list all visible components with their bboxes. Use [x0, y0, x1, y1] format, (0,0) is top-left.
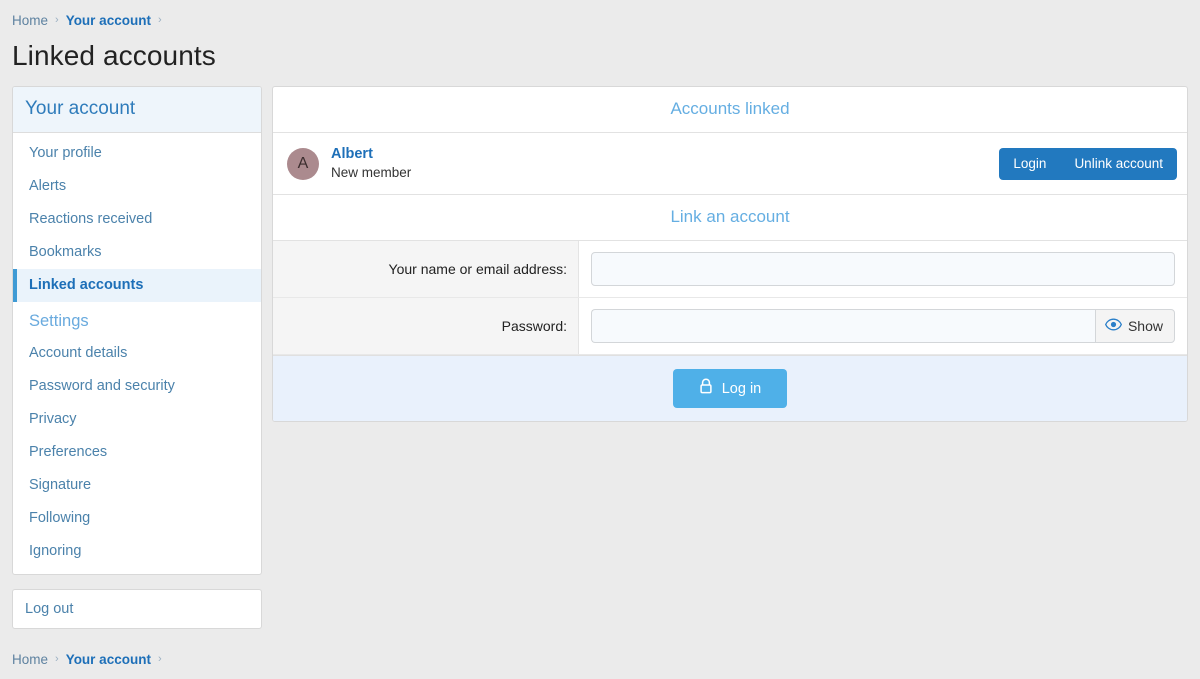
chevron-right-icon: ›: [55, 652, 59, 665]
account-user-title: New member: [331, 165, 412, 181]
sidebar-item-your-profile[interactable]: Your profile: [13, 137, 261, 170]
log-out-link[interactable]: Log out: [13, 590, 261, 628]
account-button-group: Login Unlink account: [999, 147, 1177, 180]
sidebar-item-ignoring[interactable]: Ignoring: [13, 535, 261, 568]
page-title: Linked accounts: [12, 40, 216, 71]
account-meta: Albert New member: [331, 145, 411, 182]
name-or-email-field-wrap: [579, 241, 1187, 297]
avatar[interactable]: A: [287, 147, 319, 180]
breadcrumb-home-link-bottom[interactable]: Home: [12, 652, 48, 667]
name-or-email-row: Your name or email address:: [273, 241, 1187, 298]
log-in-submit-label: Log in: [721, 380, 762, 397]
password-input[interactable]: [591, 309, 1095, 343]
sidebar-item-bookmarks[interactable]: Bookmarks: [13, 236, 261, 269]
sidebar-item-linked-accounts[interactable]: Linked accounts: [13, 269, 261, 302]
account-actions: Login Unlink account: [999, 147, 1177, 180]
breadcrumb-your-account-link[interactable]: Your account: [66, 13, 151, 28]
breadcrumb-your-account-link-bottom[interactable]: Your account: [66, 652, 151, 667]
sidebar-item-password-and-security[interactable]: Password and security: [13, 370, 261, 403]
lock-icon: [699, 378, 713, 399]
linked-account-row: A Albert New member Login Unlink account: [273, 133, 1187, 195]
sidebar-header: Your account: [13, 87, 261, 133]
password-input-group: Show: [591, 309, 1175, 343]
show-password-label: Show: [1127, 318, 1163, 334]
accounts-linked-title: Accounts linked: [273, 87, 1187, 133]
breadcrumb-home-link[interactable]: Home: [12, 13, 48, 28]
breadcrumb-top: Home › Your account ›: [0, 0, 1200, 40]
main-panel: Accounts linked A Albert New member Logi…: [272, 86, 1188, 422]
page-layout: Your account Your profile Alerts Reactio…: [0, 86, 1200, 629]
password-label: Password:: [273, 298, 579, 354]
breadcrumb-bottom: Home › Your account ›: [0, 639, 1200, 679]
sidebar-item-privacy[interactable]: Privacy: [13, 403, 261, 436]
log-in-submit-button[interactable]: Log in: [672, 369, 788, 408]
link-an-account-title: Link an account: [273, 195, 1187, 241]
chevron-right-icon: ›: [157, 652, 162, 665]
password-field-wrap: Show: [579, 298, 1187, 354]
sidebar-item-preferences[interactable]: Preferences: [13, 436, 261, 469]
name-or-email-input[interactable]: [591, 252, 1175, 286]
account-name-link[interactable]: Albert: [331, 145, 411, 163]
sidebar-item-following[interactable]: Following: [13, 502, 261, 535]
chevron-right-icon: ›: [55, 13, 59, 26]
sidebar-section-settings: Settings: [29, 312, 89, 330]
sidebar-panel: Your account Your profile Alerts Reactio…: [12, 86, 262, 575]
sidebar-item-signature[interactable]: Signature: [13, 469, 261, 502]
sidebar-item-account-details[interactable]: Account details: [13, 337, 261, 370]
sidebar-item-reactions-received[interactable]: Reactions received: [13, 203, 261, 236]
name-or-email-label: Your name or email address:: [273, 241, 579, 297]
show-password-button[interactable]: Show: [1094, 309, 1175, 343]
login-button[interactable]: Login: [999, 148, 1060, 180]
chevron-right-icon: ›: [157, 13, 162, 26]
eye-icon: [1104, 318, 1122, 334]
form-footer: Log in: [273, 355, 1187, 421]
logout-panel: Log out: [12, 589, 262, 629]
sidebar-nav: Your profile Alerts Reactions received B…: [13, 133, 261, 574]
sidebar: Your account Your profile Alerts Reactio…: [12, 86, 262, 629]
sidebar-item-alerts[interactable]: Alerts: [13, 170, 261, 203]
password-row: Password: Show: [273, 298, 1187, 355]
unlink-account-button[interactable]: Unlink account: [1060, 148, 1177, 180]
